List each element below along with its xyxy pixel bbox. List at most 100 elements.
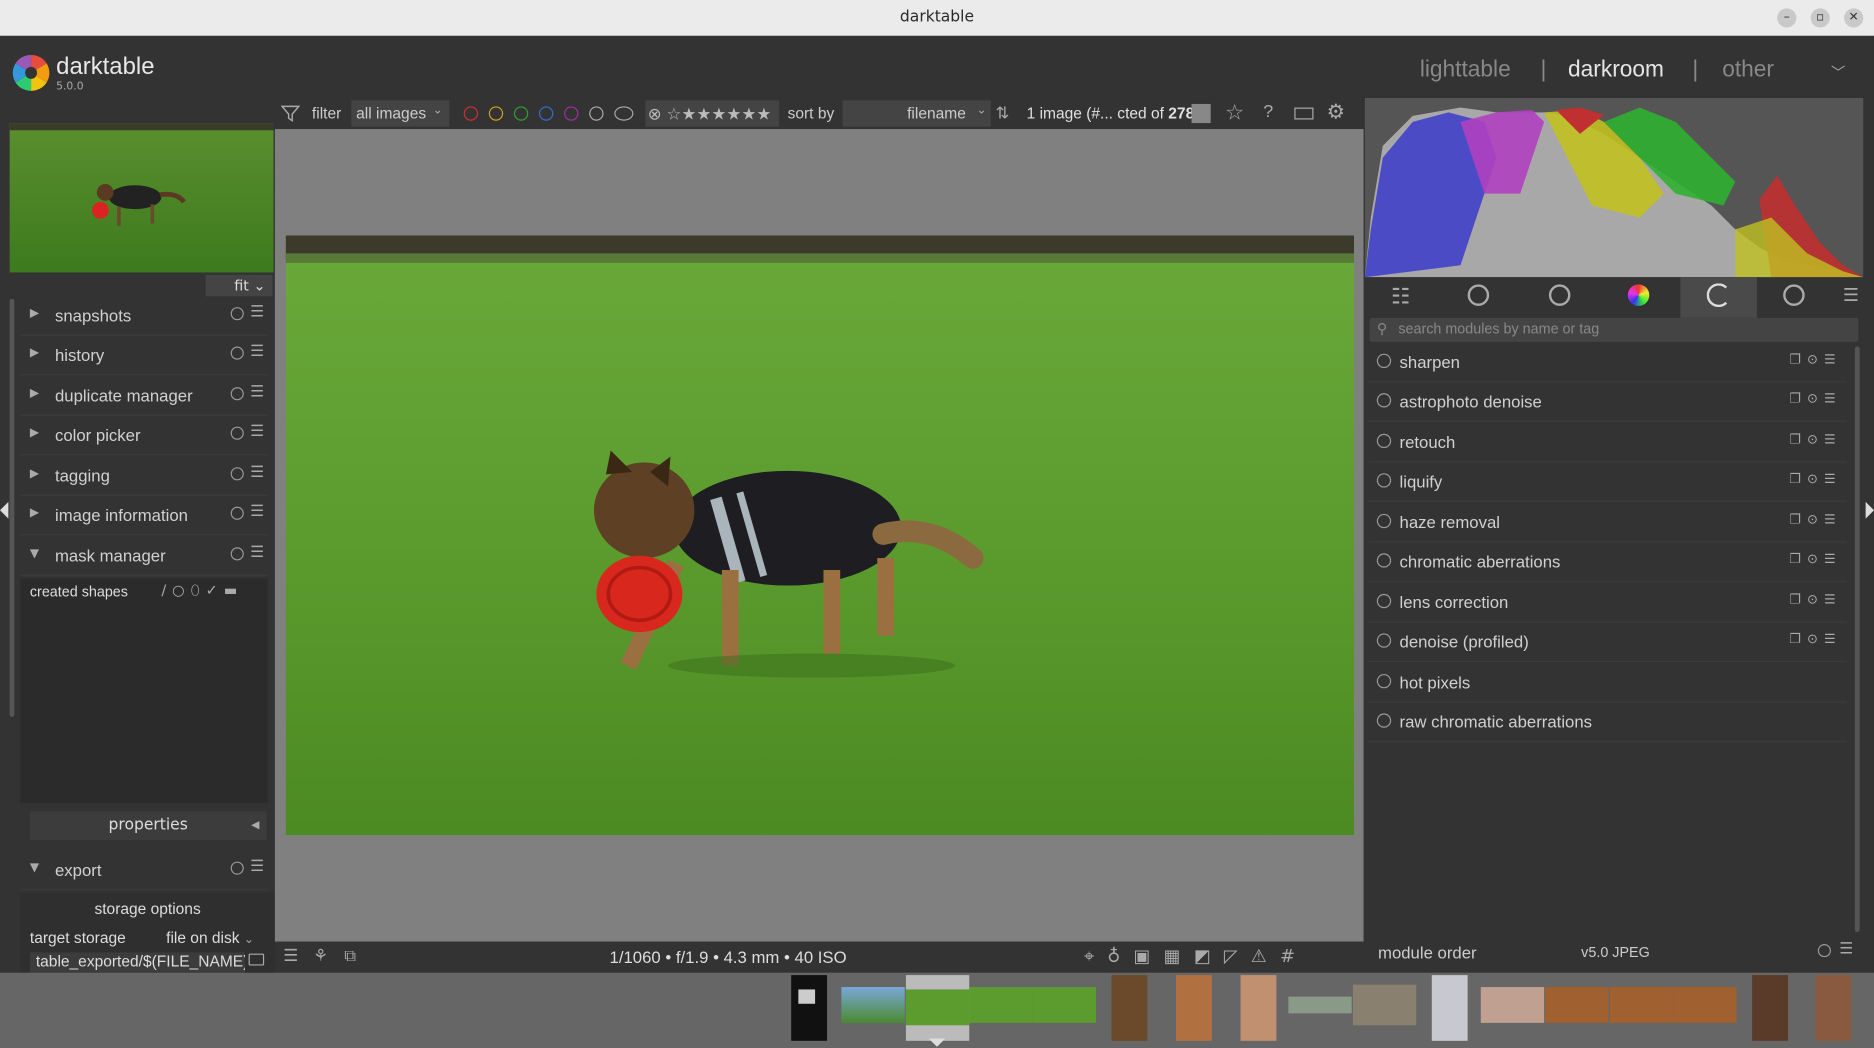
close-icon[interactable]: ✕ [1844, 8, 1864, 28]
filmstrip-thumb[interactable] [1673, 987, 1737, 1023]
module-actions[interactable]: ❐⊙☰ [1789, 471, 1842, 486]
chevron-down-icon[interactable]: ﹀ [1831, 62, 1845, 82]
color-label-none-icon[interactable] [589, 106, 604, 121]
guides-icon[interactable]: ◸ [1224, 945, 1251, 967]
power-icon[interactable] [1376, 353, 1392, 369]
filmstrip-thumb[interactable] [1352, 984, 1417, 1026]
filmstrip-thumb[interactable] [969, 987, 1033, 1023]
color-label-green-icon[interactable] [513, 106, 529, 121]
reset-icon[interactable] [230, 506, 244, 520]
power-icon[interactable] [1376, 513, 1392, 529]
quick-access-icon[interactable]: ☷ [1391, 284, 1410, 309]
collapse-left-panel-icon[interactable] [0, 501, 9, 519]
base-group-icon[interactable] [1548, 284, 1571, 306]
rating-filter[interactable]: ⊗ ☆★★★★★★ [645, 100, 780, 127]
module-actions[interactable]: ❐⊙☰ [1789, 592, 1842, 607]
module-actions[interactable]: ❐⊙☰ [1789, 431, 1842, 447]
histogram[interactable] [1364, 97, 1864, 278]
module-chromatic-aberrations[interactable]: chromatic aberrations ❐⊙☰ [1368, 543, 1847, 582]
module-tagging[interactable]: ▶ tagging ☰ [20, 456, 268, 496]
left-scrollbar[interactable] [9, 298, 15, 717]
menu-icon[interactable]: ☰ [250, 858, 264, 876]
module-actions[interactable]: ❐⊙☰ [1789, 551, 1842, 566]
collapse-right-panel-icon[interactable] [1865, 501, 1874, 519]
module-order-value[interactable]: v5.0 JPEG [1581, 944, 1650, 961]
warning-icon[interactable]: ⚠ [1251, 945, 1280, 967]
softproof-icon[interactable]: ▦ [1164, 945, 1194, 967]
filmstrip-thumb[interactable] [1431, 975, 1468, 1041]
filmstrip-thumb[interactable] [1176, 975, 1212, 1041]
properties-button[interactable]: properties ◀ [29, 811, 267, 841]
sort-order-icon[interactable]: ⇅ [996, 103, 1010, 123]
color-label-red-icon[interactable] [463, 106, 479, 121]
center-view[interactable] [274, 129, 1364, 942]
module-astrophoto-denoise[interactable]: astrophoto denoise ❐⊙☰ [1368, 382, 1847, 422]
star-icon[interactable]: ☆ [1225, 100, 1244, 125]
module-liquify[interactable]: liquify ❐⊙☰ [1368, 462, 1847, 502]
filmstrip-thumb[interactable] [841, 987, 905, 1023]
filmstrip[interactable] [0, 972, 1874, 1048]
minimize-icon[interactable]: – [1777, 8, 1797, 28]
keyboard-icon[interactable] [1294, 107, 1314, 120]
right-scrollbar[interactable] [1854, 346, 1860, 933]
menu-icon[interactable]: ☰ [250, 423, 264, 441]
filmstrip-thumb[interactable] [1111, 975, 1148, 1041]
filmstrip-thumb[interactable] [1480, 987, 1545, 1023]
filmstrip-thumb[interactable] [1288, 996, 1352, 1014]
menu-icon[interactable]: ☰ [250, 503, 264, 521]
grouping-icon[interactable] [1191, 103, 1211, 124]
color-label-yellow-icon[interactable] [488, 106, 504, 121]
module-retouch[interactable]: retouch ❐⊙☰ [1368, 423, 1847, 463]
color-label-blue-icon[interactable] [539, 106, 554, 121]
power-icon[interactable] [1376, 433, 1392, 449]
gradient-shape-icon[interactable]: ▬ [224, 582, 244, 599]
filmstrip-thumb[interactable] [1815, 975, 1852, 1041]
reset-icon[interactable] [230, 307, 244, 321]
path-shape-icon[interactable]: ✓ [206, 582, 224, 599]
display-icon[interactable]: ▣ [1134, 945, 1164, 967]
module-raw-chromatic-aberrations[interactable]: raw chromatic aberrations [1368, 703, 1847, 743]
focus-peaking-icon[interactable]: ⌖ [1084, 945, 1107, 967]
module-history[interactable]: ▶ history ☰ [20, 336, 268, 376]
menu-icon[interactable]: ☰ [250, 384, 264, 402]
menu-icon[interactable]: ☰ [1843, 284, 1859, 306]
bulb-icon[interactable]: ♁ [1107, 945, 1133, 967]
power-icon[interactable] [1376, 633, 1392, 648]
maximize-icon[interactable]: ▫ [1810, 8, 1830, 28]
main-image[interactable] [285, 235, 1355, 836]
filmstrip-thumb[interactable] [1609, 987, 1674, 1023]
grid-icon[interactable]: # [1280, 945, 1308, 967]
zoom-dropdown[interactable]: fit ⌄ [205, 274, 273, 297]
color-group-icon[interactable] [1627, 284, 1650, 306]
gamut-icon[interactable]: ◩ [1194, 945, 1224, 967]
target-storage-dropdown[interactable]: file on disk ⌄ [166, 928, 254, 946]
filmstrip-thumb[interactable] [1545, 987, 1609, 1023]
filmstrip-thumb[interactable] [1752, 975, 1788, 1041]
power-icon[interactable] [1467, 284, 1490, 306]
second-window-icon[interactable]: ⧉ [344, 946, 356, 965]
module-sharpen[interactable]: sharpen ❐⊙☰ [1368, 343, 1847, 383]
module-actions[interactable]: ❐⊙☰ [1789, 351, 1842, 367]
menu-icon[interactable]: ☰ [250, 304, 264, 322]
power-icon[interactable] [1376, 593, 1392, 609]
circle-shape-icon[interactable]: ○ [172, 582, 191, 599]
menu-icon[interactable]: ☰ [250, 544, 264, 562]
menu-icon[interactable]: ☰ [250, 464, 264, 482]
menu-icon[interactable]: ☰ [283, 946, 298, 965]
sort-dropdown[interactable]: filename ⌄ [842, 100, 991, 127]
reset-icon[interactable] [230, 387, 244, 401]
filmstrip-thumb-selected[interactable] [905, 975, 970, 1041]
help-icon[interactable]: ? [1263, 102, 1273, 122]
tab-correct[interactable] [1680, 277, 1757, 318]
shape-tools[interactable]: ∕○⬯✓▬ [161, 582, 243, 600]
module-actions[interactable]: ❐⊙☰ [1789, 511, 1842, 527]
reset-icon[interactable] [230, 467, 244, 481]
power-icon[interactable] [1376, 393, 1392, 408]
export-path-input[interactable]: table_exported/$(FILE_NAME) [29, 952, 246, 973]
filter-dropdown[interactable]: all images ⌄ [351, 100, 450, 127]
module-image-information[interactable]: ▶ image information ☰ [20, 496, 268, 536]
brush-icon[interactable]: ∕ [161, 582, 172, 599]
module-duplicate-manager[interactable]: ▶ duplicate manager ☰ [20, 376, 268, 416]
menu-icon[interactable]: ☰ [250, 343, 264, 361]
filmstrip-thumb[interactable] [1032, 987, 1096, 1023]
